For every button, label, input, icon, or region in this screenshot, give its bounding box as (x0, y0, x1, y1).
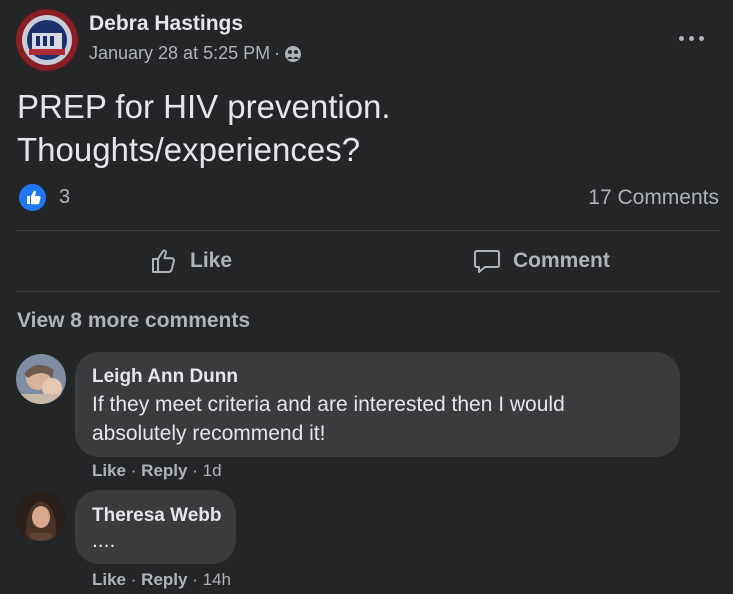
comment-bubble: Leigh Ann Dunn If they meet criteria and… (75, 352, 680, 457)
comment-text: If they meet criteria and are interested… (92, 390, 565, 448)
divider (16, 230, 719, 231)
separator: · (192, 461, 198, 480)
comment-text-line: absolutely recommend it! (92, 422, 326, 445)
separator: · (192, 570, 198, 589)
avatar-image (16, 9, 78, 71)
post-text: PREP for HIV prevention. Thoughts/experi… (17, 85, 391, 171)
comment-text: .... (92, 529, 116, 552)
view-more-comments-link[interactable]: View 8 more comments (17, 309, 250, 333)
thumbs-up-icon (152, 249, 175, 273)
comments-count-link[interactable]: 17 Comments (588, 186, 719, 210)
comment-text-line: If they meet criteria and are interested… (92, 393, 565, 416)
comment-time[interactable]: 14h (203, 570, 231, 589)
comment-author[interactable]: Theresa Webb (92, 505, 222, 527)
avatar-image (16, 354, 66, 404)
more-options-icon[interactable] (679, 36, 705, 42)
comment-reply-link[interactable]: Reply (141, 570, 187, 589)
comment-actions: Like · Reply · 1d (92, 461, 222, 481)
comment-time[interactable]: 1d (203, 461, 222, 480)
friends-icon[interactable] (284, 45, 302, 63)
meta-separator: · (274, 43, 281, 63)
comment-reply-link[interactable]: Reply (141, 461, 187, 480)
reaction-count[interactable]: 3 (59, 186, 70, 209)
divider (16, 291, 719, 292)
post-timestamp[interactable]: January 28 at 5:25 PM (89, 43, 270, 64)
post-meta: January 28 at 5:25 PM · (89, 43, 302, 64)
like-button-label: Like (190, 249, 233, 272)
comment-bubble: Theresa Webb .... (75, 490, 236, 564)
comment-avatar[interactable] (16, 491, 66, 541)
comment-like-link[interactable]: Like (92, 570, 126, 589)
comment-button[interactable]: Comment (473, 231, 610, 291)
avatar-image (16, 491, 66, 541)
comment-button-label: Comment (513, 249, 610, 272)
separator: · (130, 461, 137, 480)
comment-avatar[interactable] (16, 354, 66, 404)
comment-bubble-icon (474, 250, 500, 273)
comment-like-link[interactable]: Like (92, 461, 126, 480)
like-reaction-icon[interactable] (19, 184, 46, 211)
comment-actions: Like · Reply · 14h (92, 570, 231, 590)
post-text-line: PREP for HIV prevention. (17, 88, 391, 125)
separator: · (130, 570, 137, 589)
post-author-avatar[interactable] (16, 9, 78, 71)
post-author-name[interactable]: Debra Hastings (89, 12, 243, 36)
like-button[interactable]: Like (150, 231, 232, 291)
comment-author[interactable]: Leigh Ann Dunn (92, 366, 238, 388)
post-text-line: Thoughts/experiences? (17, 131, 361, 168)
